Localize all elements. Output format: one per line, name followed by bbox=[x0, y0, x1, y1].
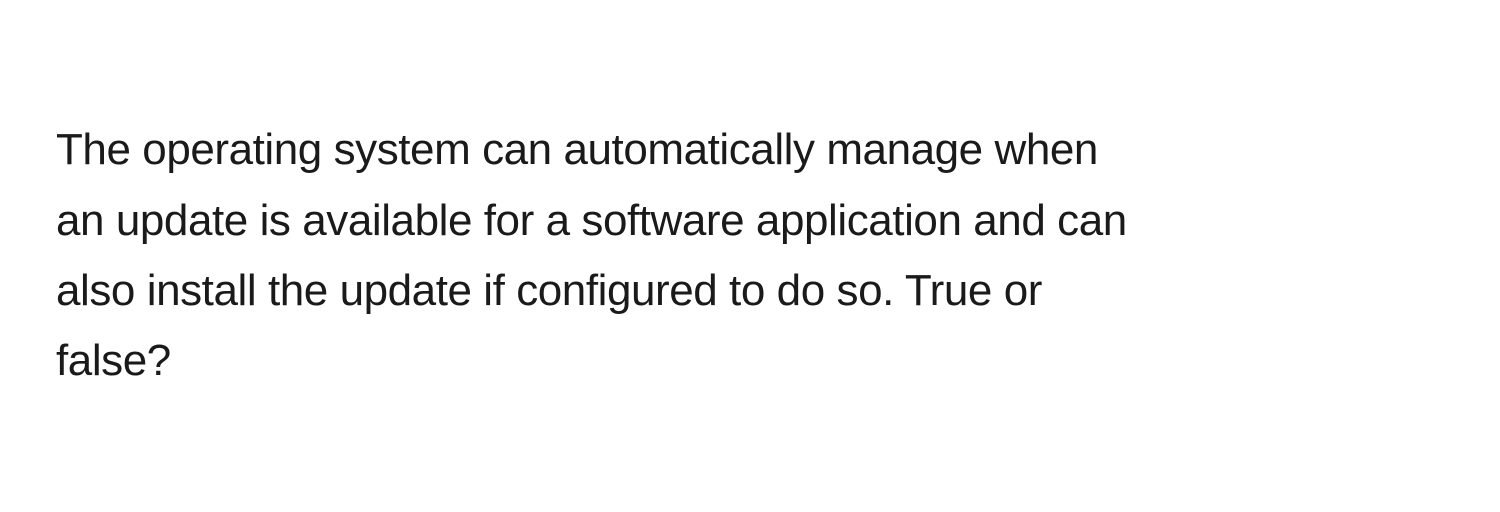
question-text: The operating system can automatically m… bbox=[56, 115, 1156, 397]
